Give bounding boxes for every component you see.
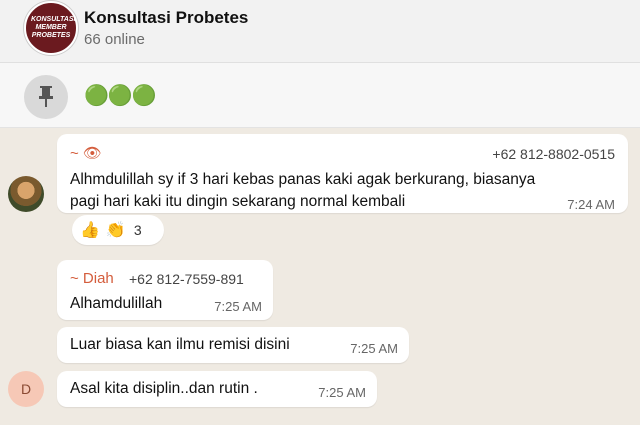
message-time: 7:25 AM: [214, 299, 262, 314]
message-bubble[interactable]: ~ 👁 +62 812-8802-0515 Alhmdulillah sy if…: [57, 134, 628, 213]
message-text: Asal kita disiplin..dan rutin .: [70, 380, 258, 397]
message-bubble[interactable]: Asal kita disiplin..dan rutin . 7:25 AM: [57, 371, 377, 407]
message-time: 7:25 AM: [318, 385, 366, 400]
thumbs-up-icon: 👍: [80, 222, 100, 239]
message-time: 7:25 AM: [350, 341, 398, 356]
pinned-message-text: 🟢🟢🟢: [84, 85, 157, 107]
group-avatar[interactable]: KONSULTASI MEMBER PROBETES: [24, 1, 78, 55]
sender-avatar[interactable]: [8, 176, 44, 212]
reaction-count: 3: [133, 222, 142, 238]
online-count: 66 online: [84, 31, 145, 48]
clapping-hands-icon: 👏: [105, 222, 126, 239]
message-text: pagi hari kaki itu dingin sekarang norma…: [70, 193, 406, 210]
group-title[interactable]: Konsultasi Probetes: [84, 8, 248, 28]
sender-phone[interactable]: +62 812-7559-891: [129, 271, 244, 287]
pin-icon[interactable]: [24, 75, 68, 119]
chat-header: KONSULTASI MEMBER PROBETES Konsultasi Pr…: [0, 0, 640, 63]
pinned-message-bar[interactable]: 🟢🟢🟢: [0, 63, 640, 128]
message-text: Alhamdulillah: [70, 295, 163, 312]
group-avatar-text: KONSULTASI MEMBER PROBETES: [31, 16, 76, 39]
sender-phone[interactable]: +62 812-8802-0515: [492, 146, 615, 162]
message-text: Luar biasa kan ilmu remisi disini: [70, 336, 290, 353]
message-bubble[interactable]: ~ Diah +62 812-7559-891 Alhamdulillah 7:…: [57, 260, 273, 320]
sender-name[interactable]: ~ Diah: [70, 270, 114, 287]
sender-avatar[interactable]: D: [8, 371, 44, 407]
message-time: 7:24 AM: [567, 197, 615, 212]
message-text: Alhmdulillah sy if 3 hari kebas panas ka…: [70, 171, 536, 188]
sender-name[interactable]: ~ 👁: [70, 144, 102, 162]
message-bubble[interactable]: Luar biasa kan ilmu remisi disini 7:25 A…: [57, 327, 409, 363]
message-list[interactable]: ~ 👁 +62 812-8802-0515 Alhmdulillah sy if…: [0, 128, 640, 425]
reactions-pill[interactable]: 👍 👏 3: [72, 215, 164, 245]
